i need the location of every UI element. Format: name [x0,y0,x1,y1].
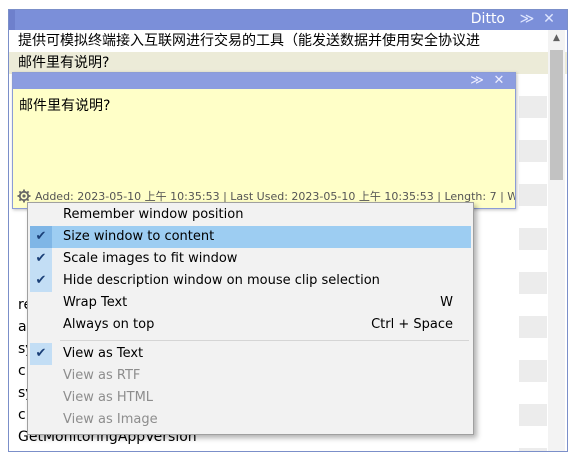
menu-item-view-as-image: View as Image [30,409,471,431]
menu-shortcut: Ctrl + Space [371,317,453,332]
checkmark-icon: ✔ [30,226,52,248]
app-title: Ditto [470,11,505,27]
checkmark-icon: ✔ [30,270,52,292]
row-stripe [519,184,547,206]
menu-item-label: View as HTML [63,390,154,405]
expand-icon[interactable]: ≫ [517,10,537,30]
row-stripe [519,272,547,294]
row-stripe [519,316,547,338]
description-window: ≫ ✕ 邮件里有说明? Added: 2023-05-10 上午 10:35:5… [12,72,516,209]
description-titlebar[interactable]: ≫ ✕ [13,73,515,89]
menu-item-view-as-html: View as HTML [30,387,471,409]
close-icon[interactable]: ✕ [539,10,559,30]
context-menu: Remember window position ✔ Size window t… [27,202,474,435]
checkmark-icon: ✔ [30,248,52,270]
menu-item-label: Wrap Text [63,295,128,310]
description-text: 邮件里有说明? [19,98,111,114]
menu-item-label: Hide description window on mouse clip se… [63,273,380,288]
menu-shortcut: W [440,295,453,310]
menu-item-label: Scale images to fit window [63,251,238,266]
menu-item-view-as-rtf: View as RTF [30,365,471,387]
clip-row[interactable]: 提供可模拟终端接入互联网进行交易的工具（能发送数据并使用安全协议进 [9,30,567,52]
menu-item-label: Remember window position [63,207,244,222]
row-stripe [519,228,547,250]
titlebar-edge [9,10,15,30]
menu-item-label: Always on top [63,317,155,332]
row-stripe [519,140,547,162]
menu-item-label: Size window to content [63,229,215,244]
menu-item-scale-images[interactable]: ✔ Scale images to fit window [30,248,471,270]
menu-item-view-as-text[interactable]: ✔ View as Text [30,343,471,365]
menu-item-always-on-top[interactable]: Always on top Ctrl + Space [30,314,471,336]
vertical-scrollbar[interactable]: ▲ [548,30,565,451]
checkmark-icon: ✔ [30,343,52,365]
main-titlebar[interactable]: Ditto ≫ ✕ [9,10,567,30]
row-stripe [519,96,547,118]
menu-item-label: View as Text [63,346,144,361]
menu-separator [60,340,469,341]
row-stripe [519,360,547,382]
gear-icon[interactable] [17,189,31,203]
row-stripe [519,404,547,426]
menu-item-label: View as RTF [63,368,141,383]
scroll-thumb[interactable] [550,50,563,180]
scroll-up-arrow-icon[interactable]: ▲ [548,30,565,47]
menu-item-size-window-to-content[interactable]: ✔ Size window to content [30,226,471,248]
menu-item-label: View as Image [63,412,158,427]
expand-icon[interactable]: ≫ [467,71,487,91]
menu-item-hide-description[interactable]: ✔ Hide description window on mouse clip … [30,270,471,292]
menu-item-remember-window-position[interactable]: Remember window position [30,204,471,226]
row-stripe [519,448,547,451]
menu-item-wrap-text[interactable]: Wrap Text W [30,292,471,314]
close-icon[interactable]: ✕ [489,71,509,91]
